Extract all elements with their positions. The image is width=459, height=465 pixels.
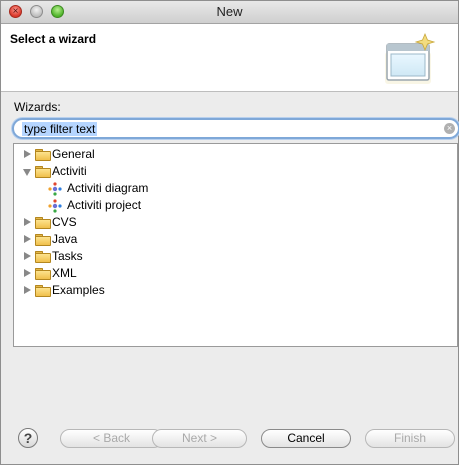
filter-input[interactable]: type filter text × xyxy=(12,118,459,139)
folder-icon xyxy=(35,234,51,246)
collapse-arrow-icon[interactable] xyxy=(23,169,31,176)
activiti-icon xyxy=(48,182,62,196)
folder-icon xyxy=(35,251,51,263)
tree-item-label: Java xyxy=(52,232,78,246)
tree-item-label: General xyxy=(52,147,95,161)
help-button[interactable]: ? xyxy=(18,428,38,448)
folder-icon xyxy=(35,149,51,161)
finish-button[interactable]: Finish xyxy=(365,429,455,448)
tree-item-label: Examples xyxy=(52,283,105,297)
expand-arrow-icon[interactable] xyxy=(24,235,31,243)
expand-arrow-icon[interactable] xyxy=(24,269,31,277)
folder-icon xyxy=(35,268,51,280)
cancel-button[interactable]: Cancel xyxy=(261,429,351,448)
back-button[interactable]: < Back xyxy=(60,429,163,448)
tree-item-label: Tasks xyxy=(52,249,83,263)
tree-item-label: Activiti diagram xyxy=(67,181,149,195)
expand-arrow-icon[interactable] xyxy=(24,252,31,260)
wizards-label: Wizards: xyxy=(14,100,61,114)
tree-item-label: Activiti xyxy=(52,164,87,178)
activiti-icon xyxy=(48,199,62,213)
banner-title: Select a wizard xyxy=(10,32,97,46)
tree-item-label: XML xyxy=(52,266,77,280)
expand-arrow-icon[interactable] xyxy=(24,286,31,294)
wizard-banner-icon xyxy=(385,32,436,84)
new-wizard-dialog: × New Select a wizard Wizards: type filt… xyxy=(0,0,459,465)
clear-filter-icon[interactable]: × xyxy=(444,123,455,134)
folder-icon xyxy=(35,217,51,229)
tree-item-label: CVS xyxy=(52,215,77,229)
folder-icon xyxy=(35,166,51,178)
next-button[interactable]: Next > xyxy=(152,429,247,448)
folder-icon xyxy=(35,285,51,297)
expand-arrow-icon[interactable] xyxy=(24,218,31,226)
wizard-tree[interactable]: General Activiti Activiti diagram Activi… xyxy=(13,143,458,347)
tree-item-label: Activiti project xyxy=(67,198,142,212)
expand-arrow-icon[interactable] xyxy=(24,150,31,158)
wizard-banner: Select a wizard xyxy=(1,24,458,92)
window-title: New xyxy=(216,4,243,19)
title-bar: × New xyxy=(1,1,458,24)
filter-input-text[interactable]: type filter text xyxy=(22,122,98,136)
